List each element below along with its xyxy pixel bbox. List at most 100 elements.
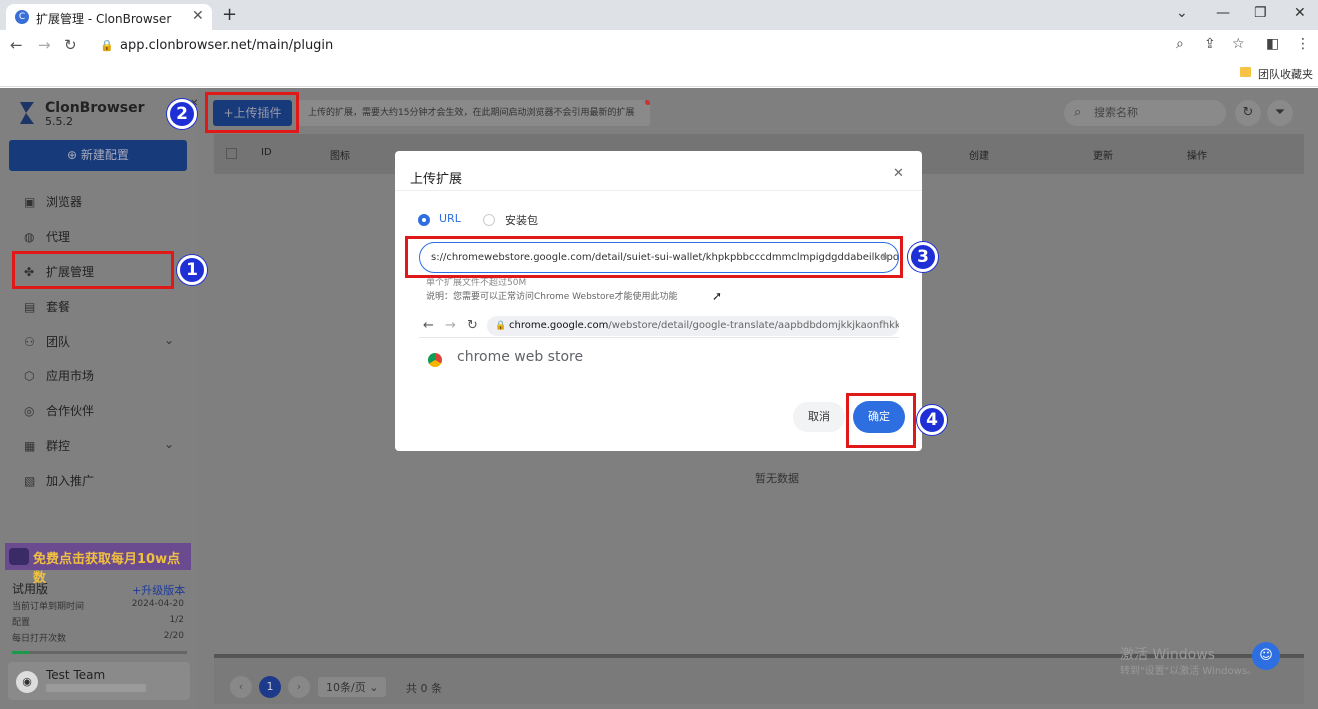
lock-icon: 🔒 — [100, 39, 114, 52]
new-tab-icon[interactable]: + — [222, 4, 237, 25]
windows-watermark-subtitle: 转到"设置"以激活 Windows。 — [1120, 666, 1258, 677]
sidebar: ClonBrowser 5.5.2 ✕ ⊕ 新建配置 ▣ 浏览器 ◍ 代理 ✤ 扩展管… — [0, 88, 198, 709]
preview-back-icon: ← — [423, 318, 434, 333]
filter-button[interactable]: ⏷ — [1267, 100, 1293, 126]
menu-icon[interactable]: ⋮ — [1296, 36, 1310, 52]
chevron-down-icon: ⌄ — [164, 437, 175, 451]
total-count: 共 0 条 — [406, 682, 442, 695]
close-icon[interactable]: ✕ — [893, 166, 904, 181]
promo-banner[interactable]: 免费点击获取每月10w点数 — [5, 543, 191, 586]
sidebar-item-browser[interactable]: ▣ 浏览器 — [24, 193, 82, 213]
sidebar-item-label: 浏览器 — [46, 195, 83, 209]
step-badge-4: 4 — [917, 405, 947, 435]
share-icon[interactable]: ⇪ — [1204, 36, 1216, 52]
bookmarks-bar: 团队收藏夹 — [0, 61, 1318, 87]
prev-page-button[interactable]: ‹ — [230, 676, 252, 698]
close-tab-icon[interactable]: ✕ — [192, 8, 204, 24]
page-size-select[interactable]: 10条/页 ⌄ — [318, 677, 387, 697]
notice-text: 上传的扩展，需要大约15分钟才会生效，在此期间启动浏览器不会引用最新的扩展 — [308, 108, 635, 118]
preview-url-path: /webstore/detail/google-translate/aapbdb… — [608, 320, 899, 331]
plan-name: 试用版 — [12, 582, 49, 596]
avatar: ◉ — [16, 671, 38, 693]
chevron-down-icon: ⌄ — [164, 333, 175, 347]
example-url-preview: ← → ↻ 🔒 chrome.google.com/webstore/detai… — [419, 314, 899, 338]
close-window-icon[interactable]: ✕ — [1294, 5, 1306, 21]
clonbrowser-favicon-icon: C — [15, 10, 29, 24]
star-icon[interactable]: ☆ — [1232, 36, 1245, 52]
minimize-icon[interactable]: — — [1216, 5, 1230, 21]
zoom-icon[interactable]: ⌕ — [1176, 36, 1184, 52]
access-hint: 说明：您需要可以正常访问Chrome Webstore才能使用此功能 — [426, 292, 678, 302]
group-control-icon: ▦ — [24, 439, 36, 453]
sidebar-item-group-control[interactable]: ▦ 群控 ⌄ — [24, 437, 174, 457]
bookmark-team-favorites[interactable]: 团队收藏夹 — [1258, 66, 1313, 82]
tab-title: 扩展管理 - ClonBrowser — [36, 12, 172, 26]
new-config-label: 新建配置 — [80, 148, 129, 162]
radio-package[interactable] — [483, 214, 495, 226]
referral-icon: ▧ — [24, 474, 36, 488]
new-config-button[interactable]: ⊕ 新建配置 — [9, 140, 187, 171]
preview-lock-icon: 🔒 — [495, 321, 507, 331]
reload-icon[interactable]: ↻ — [64, 36, 77, 54]
sidebar-item-label: 代理 — [46, 230, 71, 244]
plan-row-label: 每日打开次数 — [12, 634, 67, 644]
radio-url-label[interactable]: URL — [439, 212, 461, 225]
usage-progress-bar — [12, 651, 187, 654]
sidebar-item-app-market[interactable]: ⬡ 应用市场 — [24, 367, 94, 387]
refresh-button[interactable]: ↻ — [1235, 100, 1261, 126]
robot-icon — [9, 548, 29, 565]
radio-package-label[interactable]: 安装包 — [505, 212, 538, 228]
column-id: ID — [261, 147, 272, 158]
step-badge-1: 1 — [177, 255, 207, 285]
back-icon[interactable]: ← — [10, 36, 23, 54]
select-all-checkbox[interactable] — [226, 148, 237, 159]
browser-icon: ▣ — [24, 195, 36, 209]
search-placeholder: 搜索名称 — [1094, 106, 1138, 119]
sidebar-item-label: 套餐 — [46, 300, 71, 314]
search-icon: ⌕ — [1074, 105, 1082, 120]
url-field[interactable]: 🔒 app.clonbrowser.net/main/plugin — [92, 33, 1252, 59]
promo-text: 免费点击获取每月10w点数 — [33, 552, 181, 586]
plan-row-value: 1/2 — [169, 615, 184, 625]
chrome-web-store-name: chrome web store — [457, 349, 584, 365]
browser-tab[interactable]: C 扩展管理 - ClonBrowser ✕ — [6, 4, 212, 30]
upload-extension-dialog: 上传扩展 ✕ URL 安装包 s://chromewebstore.google… — [395, 151, 922, 451]
package-icon: ▤ — [24, 300, 36, 314]
notice-dot — [645, 100, 650, 105]
sidebar-item-team[interactable]: ⚇ 团队 ⌄ — [24, 333, 174, 353]
upgrade-link[interactable]: +升级版本 — [132, 582, 185, 598]
address-bar-row: ← → ↻ 🔒 app.clonbrowser.net/main/plugin … — [0, 30, 1318, 61]
tab-search-chevron-icon[interactable]: ⌄ — [1176, 5, 1188, 21]
sidebar-item-referral[interactable]: ▧ 加入推广 — [24, 472, 94, 492]
windows-watermark-title: 激活 Windows — [1120, 647, 1215, 663]
cancel-button[interactable]: 取消 — [793, 402, 845, 432]
sidebar-item-label: 加入推广 — [46, 474, 95, 488]
brand-name: ClonBrowser — [45, 100, 145, 116]
side-panel-icon[interactable]: ◧ — [1266, 36, 1279, 52]
plan-row: 每日打开次数 2/20 — [12, 631, 184, 644]
team-icon: ⚇ — [24, 335, 35, 349]
preview-forward-icon: → — [445, 318, 456, 333]
folder-icon — [1240, 67, 1251, 77]
plan-row: 当前订单到期时间 2024-04-20 — [12, 599, 184, 612]
maximize-icon[interactable]: ❐ — [1254, 5, 1267, 21]
annotation-box-upload — [205, 92, 299, 133]
search-input[interactable]: ⌕ 搜索名称 — [1064, 100, 1226, 126]
plan-row-value: 2/20 — [163, 631, 184, 641]
user-card[interactable]: ◉ Test Team — [8, 662, 190, 700]
next-page-button[interactable]: › — [288, 676, 310, 698]
app-version: 5.5.2 — [45, 115, 73, 128]
support-chat-button[interactable]: ☺ — [1252, 642, 1280, 670]
sidebar-item-partners[interactable]: ◎ 合作伙伴 — [24, 402, 94, 422]
chrome-web-store-logo-icon — [428, 353, 442, 367]
annotation-box-url-input — [405, 236, 903, 278]
sidebar-item-plans[interactable]: ▤ 套餐 — [24, 298, 70, 318]
forward-icon[interactable]: → — [38, 36, 51, 54]
page-number-button[interactable]: 1 — [259, 676, 281, 698]
dialog-header: 上传扩展 ✕ — [395, 151, 922, 191]
usage-progress-fill — [12, 651, 30, 654]
step-badge-3: 3 — [908, 242, 938, 272]
sidebar-item-proxy[interactable]: ◍ 代理 — [24, 228, 70, 248]
user-name: Test Team — [46, 668, 106, 682]
radio-url[interactable] — [418, 214, 430, 226]
